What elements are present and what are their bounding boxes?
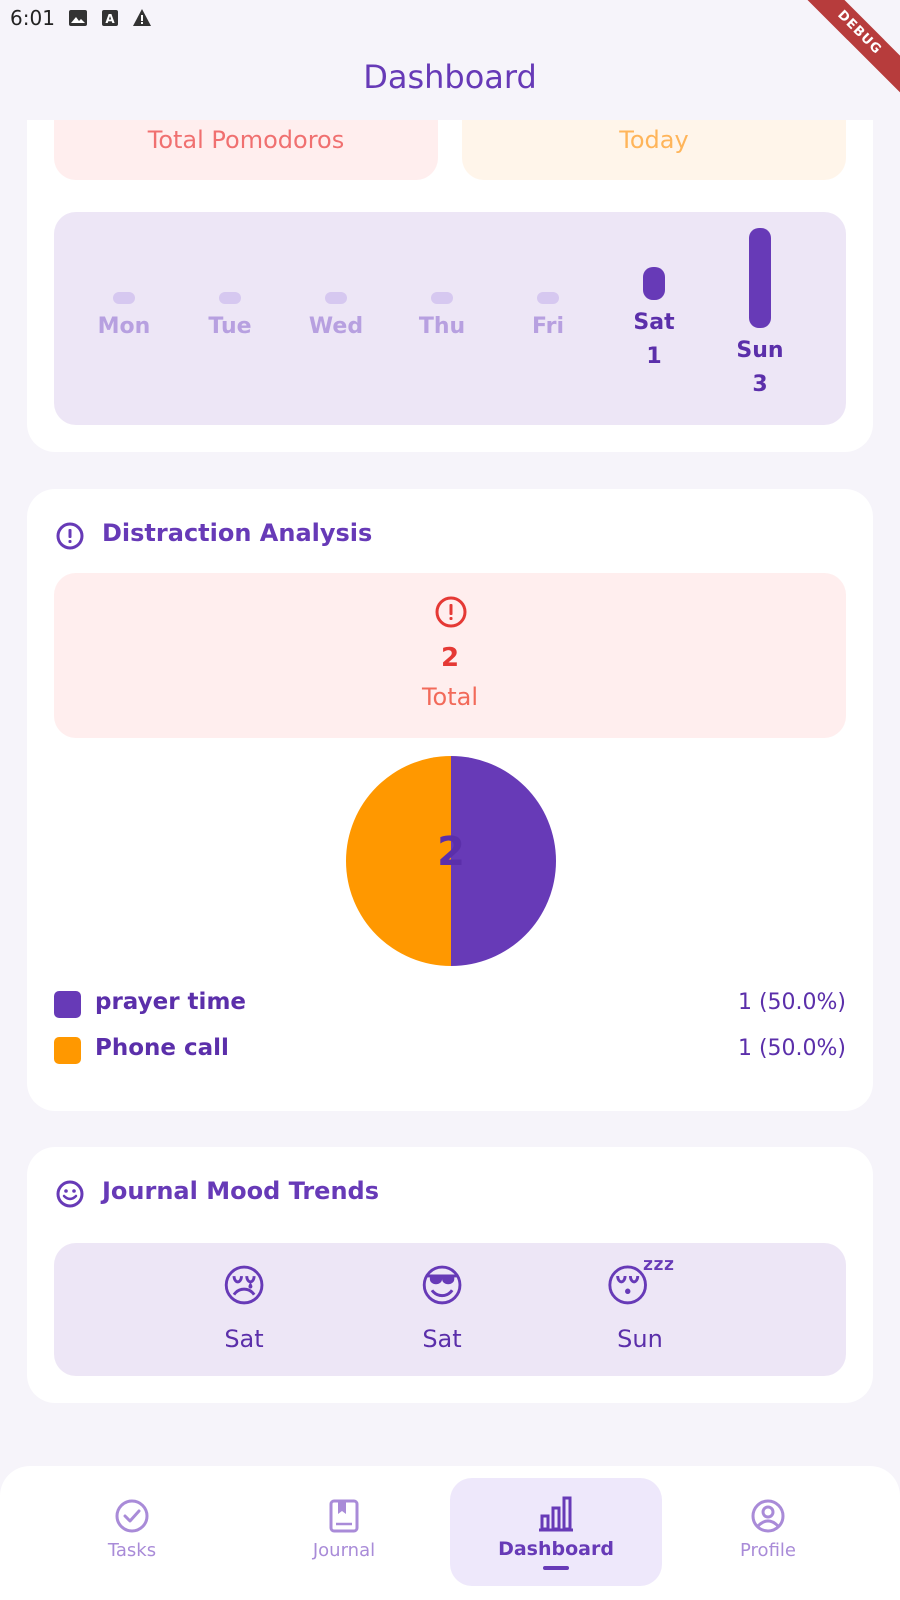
nav-label-journal: Journal: [312, 1540, 376, 1561]
total-pomodoros-label: Total Pomodoros: [147, 126, 345, 154]
day-bar-mon: [113, 292, 135, 304]
svg-text:A: A: [105, 12, 115, 26]
bar-chart-icon: [539, 1496, 573, 1532]
pie-center-label: 2: [437, 829, 465, 875]
nav-active-underline: [543, 1566, 569, 1570]
day-label-wed: Wed: [308, 314, 364, 339]
nav-item-journal[interactable]: Journal: [274, 1496, 414, 1561]
check-circle-icon: [115, 1499, 149, 1533]
weekly-chart: Mon Tue Wed Thu Fri Sat 1 Sun 3: [54, 212, 846, 425]
nav-label-profile: Profile: [740, 1540, 796, 1561]
legend-value: 1 (50.0%): [737, 990, 846, 1015]
image-icon: [69, 10, 87, 26]
nav-label-dashboard: Dashboard: [498, 1538, 614, 1560]
legend-swatch: [54, 991, 81, 1018]
legend-label: Phone call: [95, 1035, 229, 1061]
distraction-total-box: 2 Total: [54, 573, 846, 738]
mood-card: Journal Mood Trends 😢 Sat 😎 Sat 😴 Sun: [27, 1147, 873, 1403]
legend-label: prayer time: [95, 989, 247, 1015]
alert-circle-icon: [56, 522, 84, 550]
mood-title: Journal Mood Trends: [102, 1177, 379, 1205]
pomodoro-card: Total Pomodoros Today Mon Tue Wed Thu Fri Sat…: [27, 90, 873, 452]
legend-value: 1 (50.0%): [737, 1036, 846, 1061]
error-icon: [435, 596, 467, 628]
status-bar: 6:01 A: [0, 0, 900, 40]
distraction-total-label: Total: [421, 683, 479, 711]
day-label-thu: Thu: [418, 314, 466, 339]
status-time: 6:01: [10, 6, 55, 30]
legend-swatch: [54, 1037, 81, 1064]
day-label-sun: Sun: [736, 338, 784, 363]
day-label-fri: Fri: [531, 314, 564, 339]
mood-day: Sat: [422, 1325, 462, 1353]
day-bar-sun: [749, 228, 771, 328]
mood-day: Sun: [617, 1325, 663, 1353]
day-label-tue: Tue: [208, 314, 252, 339]
page-title-text: Dashboard: [363, 58, 537, 96]
day-count-sat: 1: [646, 344, 662, 369]
distraction-total-value: 2: [440, 643, 460, 673]
nav-label-tasks: Tasks: [107, 1540, 157, 1561]
mood-emoji: 😴: [604, 1261, 676, 1312]
day-bar-fri: [537, 292, 559, 304]
mood-day: Sat: [224, 1325, 264, 1353]
day-bar-wed: [325, 292, 347, 304]
nav-item-dashboard[interactable]: Dashboard: [486, 1494, 626, 1570]
distraction-card: Distraction Analysis 2 Total 2 prayer ti…: [27, 489, 873, 1111]
nav-item-tasks[interactable]: Tasks: [62, 1496, 202, 1561]
day-bar-thu: [431, 292, 453, 304]
mood-panel: 😢 Sat 😎 Sat 😴 Sun: [54, 1243, 846, 1376]
nav-item-profile[interactable]: Profile: [698, 1496, 838, 1561]
account-circle-icon: [751, 1499, 785, 1533]
day-bar-sat: [643, 267, 665, 300]
day-count-sun: 3: [752, 372, 768, 397]
bottom-navigation: Tasks Journal Dashboard Profile: [0, 1466, 900, 1600]
book-icon: [329, 1499, 359, 1533]
mood-emoji: 😎: [419, 1261, 465, 1312]
day-label-sat: Sat: [633, 310, 675, 335]
day-bar-tue: [219, 292, 241, 304]
distraction-title: Distraction Analysis: [102, 519, 373, 547]
text-icon: A: [102, 10, 118, 26]
today-label: Today: [619, 126, 689, 154]
mood-emoji: 😢: [221, 1261, 267, 1312]
smiley-icon: [56, 1180, 84, 1208]
warning-icon: [133, 9, 151, 26]
day-label-mon: Mon: [97, 314, 151, 339]
